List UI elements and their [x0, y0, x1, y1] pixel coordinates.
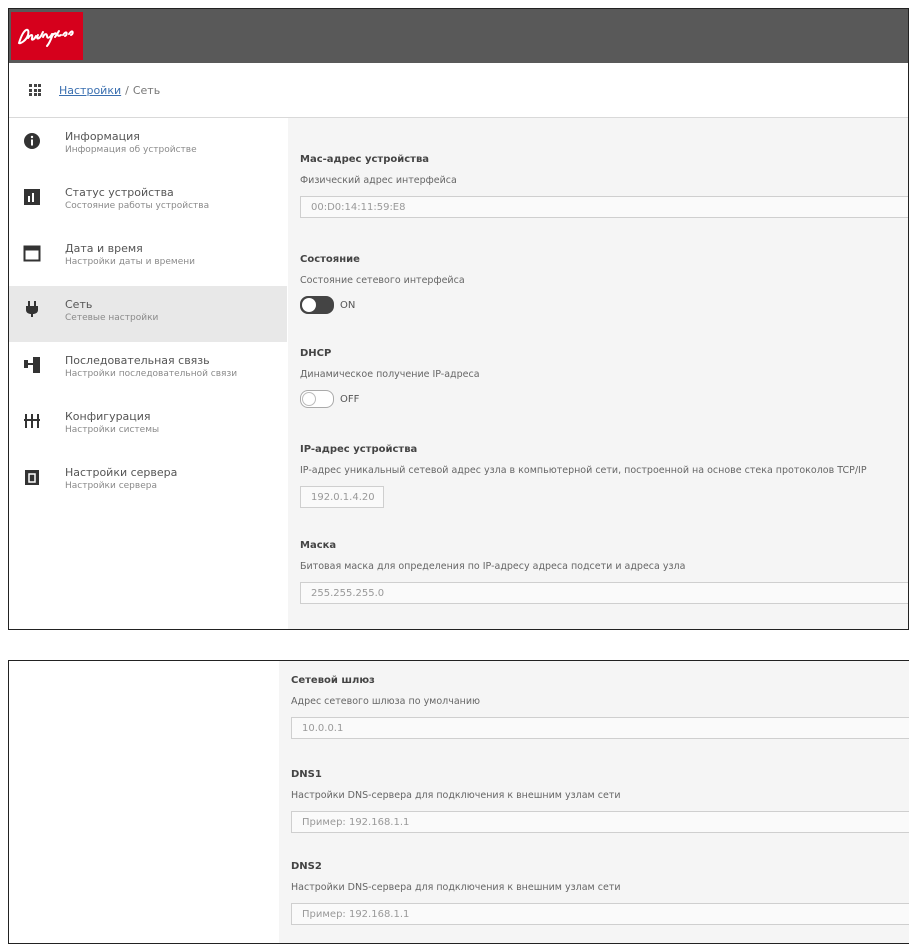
breadcrumb-settings-link[interactable]: Настройки — [59, 84, 121, 97]
field-description: Физический адрес интерфейса — [300, 175, 457, 186]
sidebar-item-subtitle: Настройки даты и времени — [65, 257, 195, 267]
field-description: Динамическое получение IP-адреса — [300, 369, 480, 380]
app-header — [9, 9, 908, 63]
field-description: Битовая маска для определения по IP-адре… — [300, 561, 686, 572]
mac-address-field: Мас-адрес устройства Физический адрес ин… — [300, 154, 908, 218]
state-toggle-label: ON — [340, 299, 356, 311]
dhcp-field: DHCP Динамическое получение IP-адреса OF… — [300, 348, 908, 408]
state-toggle-row: ON — [300, 296, 908, 314]
settings-sidebar: Информация Информация об устройстве Стат… — [9, 118, 287, 629]
network-settings-form-continued: Сетевой шлюз Адрес сетевого шлюза по умо… — [279, 661, 909, 943]
logo-wordmark-icon — [17, 28, 74, 47]
field-label: Состояние — [300, 254, 360, 265]
sidebar-item-title: Последовательная связь — [65, 354, 210, 367]
breadcrumb-current: Сеть — [132, 83, 161, 97]
connection-icon — [24, 357, 40, 373]
sidebar-item-title: Информация — [65, 130, 140, 143]
field-description: IP-адрес уникальный сетевой адрес узла в… — [300, 465, 867, 476]
sidebar-item-info[interactable]: Информация Информация об устройстве — [9, 118, 287, 174]
mask-field: Маска Битовая маска для определения по I… — [300, 540, 908, 604]
field-description: Настройки DNS-сервера для подключения к … — [291, 790, 621, 801]
sliders-icon — [24, 414, 40, 428]
danfoss-logo[interactable] — [11, 12, 83, 60]
gateway-field: Сетевой шлюз Адрес сетевого шлюза по умо… — [291, 675, 909, 739]
sidebar-item-subtitle: Настройки последовательной связи — [65, 369, 238, 379]
breadcrumb: Настройки / Сеть — [9, 63, 908, 118]
sidebar-item-title: Дата и время — [65, 242, 143, 255]
field-label: IP-адрес устройства — [300, 444, 418, 455]
info-icon — [24, 133, 40, 149]
dns2-input[interactable]: Пример: 192.168.1.1 — [291, 903, 909, 925]
sidebar-item-subtitle: Сетевые настройки — [65, 313, 159, 323]
sidebar-item-subtitle: Информация об устройстве — [65, 145, 197, 155]
sidebar-item-server[interactable]: Настройки сервера Настройки сервера — [9, 454, 287, 510]
sidebar-item-title: Конфигурация — [65, 410, 151, 423]
sidebar-item-title: Сеть — [65, 298, 93, 311]
state-toggle[interactable] — [300, 296, 334, 314]
ip-address-input[interactable]: 192.0.1.4.20 — [300, 486, 384, 508]
apps-grid-icon[interactable] — [29, 84, 41, 96]
dhcp-toggle-row: OFF — [300, 390, 908, 408]
field-description: Настройки DNS-сервера для подключения к … — [291, 882, 621, 893]
ip-address-field: IP-адрес устройства IP-адрес уникальный … — [300, 444, 908, 508]
field-label: DNS1 — [291, 769, 322, 780]
sidebar-item-configuration[interactable]: Конфигурация Настройки системы — [9, 398, 287, 454]
sidebar-item-subtitle: Настройки сервера — [65, 481, 157, 491]
sidebar-item-network[interactable]: Сеть Сетевые настройки — [9, 286, 287, 342]
field-description: Состояние сетевого интерфейса — [300, 275, 465, 286]
field-label: DNS2 — [291, 861, 322, 872]
settings-window-scrolled: Сетевой шлюз Адрес сетевого шлюза по умо… — [8, 660, 909, 944]
sidebar-item-title: Настройки сервера — [65, 466, 178, 479]
sidebar-item-date-time[interactable]: Дата и время Настройки даты и времени — [9, 230, 287, 286]
network-settings-form: Мас-адрес устройства Физический адрес ин… — [288, 118, 908, 629]
sidebar-item-device-status[interactable]: Статус устройства Состояние работы устро… — [9, 174, 287, 230]
dns1-input[interactable]: Пример: 192.168.1.1 — [291, 811, 909, 833]
dhcp-toggle-label: OFF — [340, 393, 360, 405]
plug-icon — [26, 301, 38, 317]
sidebar-item-serial[interactable]: Последовательная связь Настройки последо… — [9, 342, 287, 398]
state-field: Состояние Состояние сетевого интерфейса … — [300, 254, 908, 314]
server-icon — [25, 470, 39, 485]
field-label: Сетевой шлюз — [291, 675, 375, 686]
breadcrumb-separator: / — [125, 83, 129, 97]
field-description: Адрес сетевого шлюза по умолчанию — [291, 696, 481, 707]
dns2-field: DNS2 Настройки DNS-сервера для подключен… — [291, 861, 909, 925]
dns1-field: DNS1 Настройки DNS-сервера для подключен… — [291, 769, 909, 833]
field-label: DHCP — [300, 348, 332, 359]
field-label: Маска — [300, 540, 337, 551]
field-label: Мас-адрес устройства — [300, 154, 430, 165]
mac-address-input[interactable]: 00:D0:14:11:59:E8 — [300, 196, 908, 218]
mask-input[interactable]: 255.255.255.0 — [300, 582, 908, 604]
calendar-icon — [23, 245, 41, 262]
sidebar-item-subtitle: Настройки системы — [65, 425, 160, 435]
gateway-input[interactable]: 10.0.0.1 — [291, 717, 909, 739]
sidebar-item-title: Статус устройства — [65, 186, 174, 199]
chart-icon — [24, 189, 40, 205]
sidebar-item-subtitle: Состояние работы устройства — [65, 201, 210, 211]
dhcp-toggle[interactable] — [300, 390, 334, 408]
settings-window: Настройки / Сеть Информация Информация о… — [8, 8, 909, 630]
